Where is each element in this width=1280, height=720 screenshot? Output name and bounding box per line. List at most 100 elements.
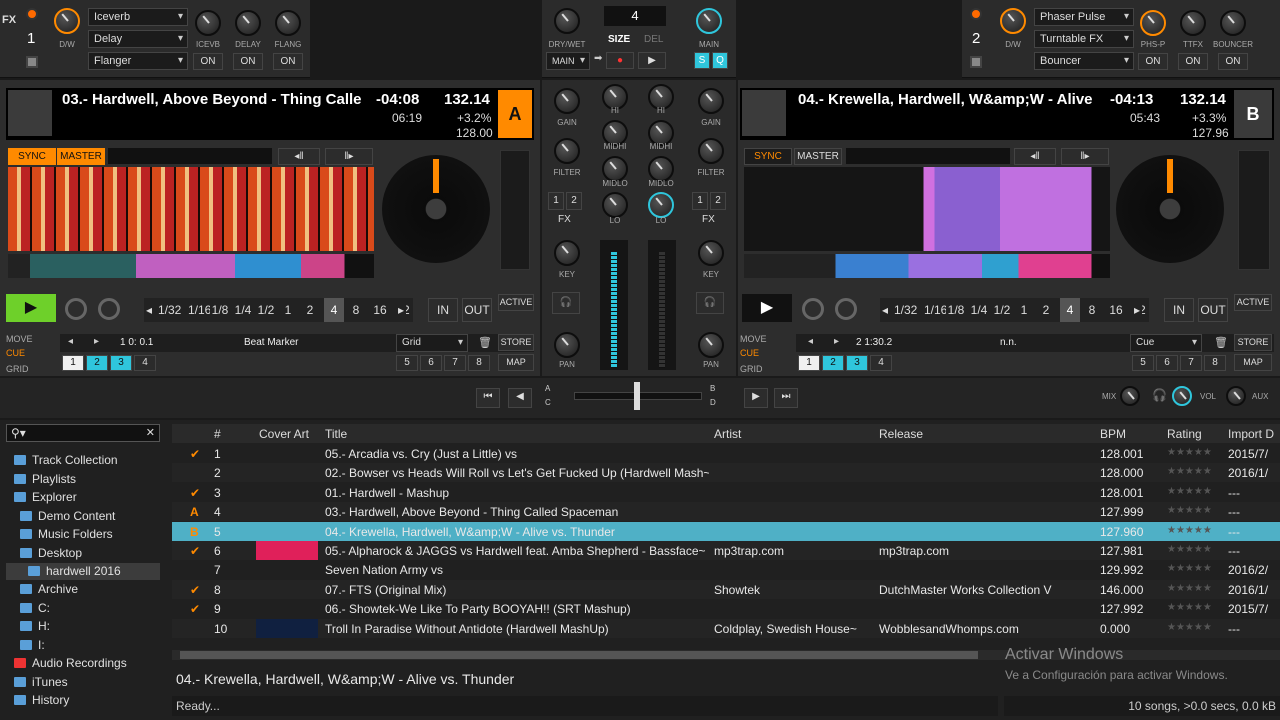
deck-a-cue-icon[interactable] (65, 298, 87, 320)
table-row[interactable]: ✔ 9 06.- Showtek-We Like To Party BOOYAH!!… (172, 599, 1280, 618)
xfader-c-label[interactable]: C (545, 398, 551, 407)
fx1-on-button-2[interactable]: ON (1138, 53, 1168, 70)
tree-demo-content[interactable]: Demo Content (20, 509, 115, 523)
col-import-date[interactable]: Import D (1228, 427, 1274, 441)
deck-b-beatjump-back[interactable]: ◂ǁ (1014, 148, 1056, 165)
save-icon-2[interactable] (970, 56, 982, 68)
deck-a-grid-label[interactable]: GRID (6, 364, 29, 374)
fx2-on-button-2[interactable]: ON (1178, 53, 1208, 70)
deck-b-active-button[interactable]: ACTIVE (1234, 294, 1272, 311)
tree-track-collection[interactable]: Track Collection (14, 453, 118, 467)
ch1-filter-knob[interactable] (554, 138, 580, 164)
deck-a-beatjump-forward[interactable]: ǁ▸ (325, 148, 373, 165)
deck-b-delete-icon[interactable]: 🗑 (1214, 336, 1228, 349)
loop-size-1-4[interactable]: 1/4 (969, 298, 989, 322)
tree-itunes[interactable]: iTunes (14, 675, 68, 689)
deck-a-store-button[interactable]: STORE (498, 334, 534, 351)
deck-a-sync-button[interactable]: SYNC (8, 148, 56, 165)
skip-end-button[interactable]: ⏭ (774, 388, 798, 408)
hotcue-8[interactable]: 8 (468, 355, 490, 371)
mix-knob[interactable] (1120, 386, 1140, 406)
fx3-select[interactable]: Flanger (88, 52, 188, 70)
loop-size-4[interactable]: 4 (1060, 298, 1080, 322)
hotcue-6[interactable]: 6 (1156, 355, 1178, 371)
fx-power-icon[interactable] (26, 8, 38, 20)
ch1-lo-knob[interactable] (602, 192, 628, 218)
ch1-key-knob[interactable] (554, 240, 580, 266)
deck-b-sync-button[interactable]: SYNC (744, 148, 792, 165)
hotcue-3[interactable]: 3 (110, 355, 132, 371)
deck-a-marker[interactable]: Beat Marker (244, 337, 298, 348)
deck-b-platter[interactable] (1116, 155, 1224, 263)
xfader-b-label[interactable]: B (710, 384, 715, 393)
table-row[interactable]: ✔ 6 05.- Alpharock & JAGGS vs Hardwell fea… (172, 541, 1280, 560)
table-row[interactable]: ✔ 3 01.- Hardwell - Mashup 128.001 ★★★★★ --- (172, 483, 1280, 502)
main-volume-knob[interactable] (696, 8, 722, 34)
s-button[interactable]: S (694, 52, 710, 69)
ch1-gain-knob[interactable] (554, 88, 580, 114)
hotcue-1[interactable]: 1 (62, 355, 84, 371)
col-release[interactable]: Release (879, 427, 923, 441)
hotcue-5[interactable]: 5 (1132, 355, 1154, 371)
deck-b-move-label[interactable]: MOVE (740, 334, 767, 344)
deck-a-pitch-fader[interactable] (500, 150, 530, 270)
hotcue-2[interactable]: 2 (86, 355, 108, 371)
drywet-knob[interactable] (554, 8, 580, 34)
hotcue-2[interactable]: 2 (822, 355, 844, 371)
loop-size-next-icon[interactable]: ▸ (1132, 298, 1142, 322)
loop-size-1-32[interactable]: 1/32 (894, 298, 917, 322)
skip-start-button[interactable]: ⏮ (476, 388, 500, 408)
ch2-pan-knob[interactable] (698, 332, 724, 358)
fx1-knob[interactable] (195, 10, 221, 36)
vol-knob[interactable] (1172, 386, 1192, 406)
hotcue-4[interactable]: 4 (870, 355, 892, 371)
loop-size-1-4[interactable]: 1/4 (233, 298, 253, 322)
col-cover-art[interactable]: Cover Art (259, 427, 309, 441)
fx1-select-2[interactable]: Phaser Pulse (1034, 8, 1134, 26)
deck-a-waveform[interactable] (8, 167, 374, 251)
crossfader-handle[interactable] (634, 382, 640, 410)
col-bpm[interactable]: BPM (1100, 427, 1126, 441)
fx1-knob-2[interactable] (1140, 10, 1166, 36)
deck-a-mode-select[interactable]: Grid (396, 334, 468, 352)
deck-b-beatjump-forward[interactable]: ǁ▸ (1061, 148, 1109, 165)
deck-a-cue-label[interactable]: CUE (6, 348, 25, 358)
xfader-a-label[interactable]: A (545, 384, 550, 393)
hotcue-1[interactable]: 1 (798, 355, 820, 371)
deck-b-master-button[interactable]: MASTER (794, 148, 842, 165)
save-icon[interactable] (26, 56, 38, 68)
deck-a-delete-icon[interactable]: 🗑 (478, 336, 492, 349)
fx2-on-button[interactable]: ON (233, 53, 263, 70)
col-number[interactable]: # (214, 427, 221, 441)
deck-b-cue-label[interactable]: CUE (740, 348, 759, 358)
col-artist[interactable]: Artist (714, 427, 741, 441)
clear-search-icon[interactable]: ✕ (146, 426, 155, 439)
tree-playlists[interactable]: Playlists (14, 472, 76, 486)
tree-archive[interactable]: Archive (20, 582, 78, 596)
deck-b-grid-label[interactable]: GRID (740, 364, 763, 374)
loop-size-1[interactable]: 1 (278, 298, 298, 322)
tree-history[interactable]: History (14, 693, 69, 707)
fx3-select-2[interactable]: Bouncer (1034, 52, 1134, 70)
del-label[interactable]: DEL (644, 34, 663, 45)
deck-b-marker[interactable]: n.n. (1000, 337, 1017, 348)
dw-knob-2[interactable] (1000, 8, 1026, 34)
loop-size-4[interactable]: 4 (324, 298, 344, 322)
ch2-key-knob[interactable] (698, 240, 724, 266)
tree-explorer[interactable]: Explorer (14, 490, 77, 504)
tree-drive-h[interactable]: H: (20, 619, 50, 633)
fx3-knob[interactable] (275, 10, 301, 36)
hotcue-7[interactable]: 7 (1180, 355, 1202, 371)
loop-size-1-2[interactable]: 1/2 (256, 298, 276, 322)
deck-a-platter[interactable] (382, 155, 490, 263)
loop-size-1-16[interactable]: 1/16 (924, 298, 947, 322)
loop-size-16[interactable]: 16 (1106, 298, 1126, 322)
scrollbar-thumb[interactable] (180, 651, 978, 659)
search-box[interactable]: ⚲▾ ✕ (6, 424, 160, 442)
deck-a-beatjump-back[interactable]: ◂ǁ (278, 148, 320, 165)
deck-b-cue-icon[interactable] (802, 298, 824, 320)
hotcue-8[interactable]: 8 (1204, 355, 1226, 371)
col-rating[interactable]: Rating (1167, 427, 1202, 441)
ch1-fx2-button[interactable]: 2 (566, 192, 582, 210)
deck-b-mode-select[interactable]: Cue (1130, 334, 1202, 352)
